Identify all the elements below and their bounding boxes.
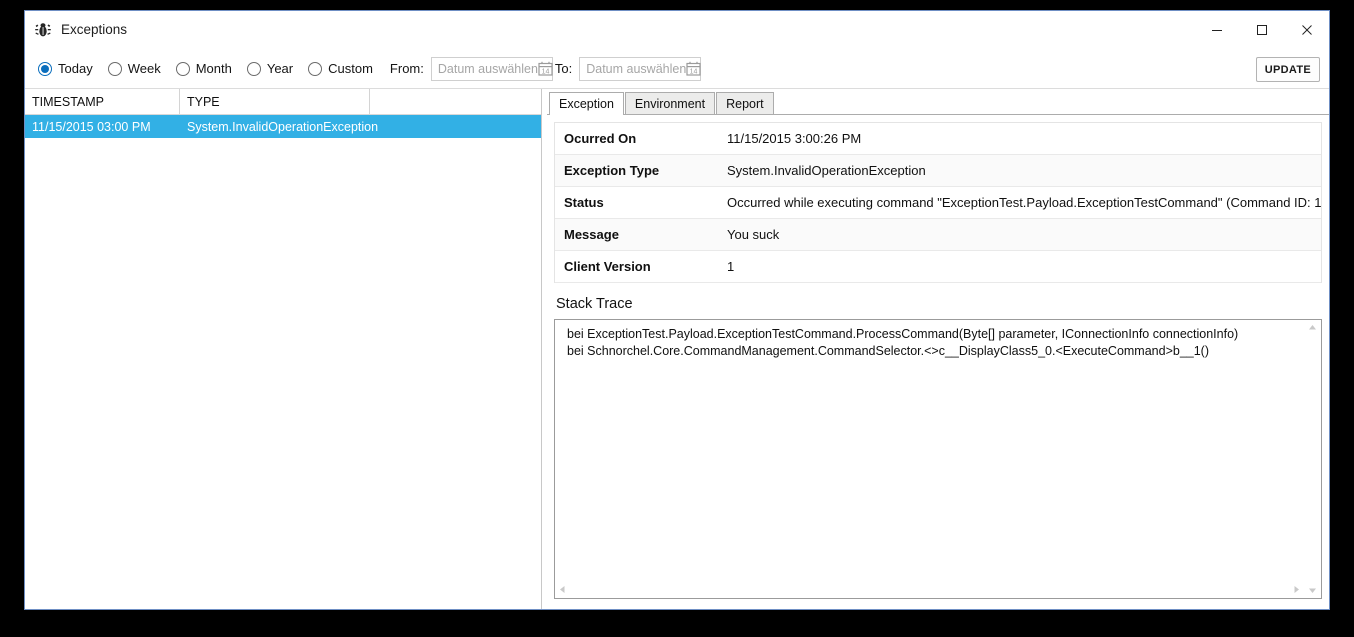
radio-week[interactable]: Week xyxy=(107,61,161,76)
radio-month-circle xyxy=(175,61,190,76)
vertical-scrollbar[interactable] xyxy=(1304,320,1321,598)
detail-value-status: Occurred while executing command "Except… xyxy=(727,195,1321,210)
cell-type: System.InvalidOperationException xyxy=(187,119,379,134)
detail-row-status: Status Occurred while executing command … xyxy=(555,187,1321,219)
detail-value-client-version: 1 xyxy=(727,259,735,274)
exception-list-pane: TIMESTAMP TYPE 11/15/2015 03:00 PM Syste… xyxy=(25,89,542,609)
filter-toolbar: Today Week Month Year Custom From: Datum… xyxy=(25,49,1329,89)
column-header-type[interactable]: TYPE xyxy=(180,89,370,114)
maximize-button[interactable] xyxy=(1239,11,1284,49)
stack-trace-line: bei Schnorchel.Core.CommandManagement.Co… xyxy=(567,344,1210,358)
from-date-placeholder: Datum auswählen xyxy=(437,61,538,76)
from-label: From: xyxy=(389,61,424,76)
detail-value-occurred-on: 11/15/2015 3:00:26 PM xyxy=(727,131,862,146)
detail-tabs: Exception Environment Report xyxy=(547,89,1329,115)
calendar-icon[interactable]: 14 xyxy=(538,61,553,76)
radio-year[interactable]: Year xyxy=(246,61,294,76)
to-date-placeholder: Datum auswählen xyxy=(586,61,687,76)
detail-label-status: Status xyxy=(564,195,604,210)
detail-row-client-version: Client Version 1 xyxy=(555,251,1321,283)
close-button[interactable] xyxy=(1284,11,1329,49)
stack-trace-title: Stack Trace xyxy=(556,296,633,312)
detail-label-occurred-on: Ocurred On xyxy=(564,131,637,146)
detail-row-exception-type: Exception Type System.InvalidOperationEx… xyxy=(555,155,1321,187)
detail-value-exception-type: System.InvalidOperationException xyxy=(727,163,926,178)
scroll-left-icon[interactable] xyxy=(558,585,567,594)
radio-year-label: Year xyxy=(266,61,294,76)
radio-today-circle xyxy=(38,61,52,76)
radio-today-label: Today xyxy=(58,61,93,76)
window-controls xyxy=(1194,11,1329,49)
scroll-up-icon[interactable] xyxy=(1308,323,1317,332)
from-date-picker[interactable]: Datum auswählen 14 xyxy=(430,56,553,81)
horizontal-scrollbar[interactable] xyxy=(555,581,1304,598)
stack-trace-content[interactable]: bei ExceptionTest.Payload.ExceptionTestC… xyxy=(555,320,1304,581)
to-label: To: xyxy=(554,61,573,76)
scroll-right-icon[interactable] xyxy=(1292,585,1301,594)
stack-trace-inner: bei ExceptionTest.Payload.ExceptionTestC… xyxy=(555,320,1304,598)
tab-report[interactable]: Report xyxy=(716,92,774,114)
exception-tab-content: Ocurred On 11/15/2015 3:00:26 PM Excepti… xyxy=(547,115,1329,609)
radio-week-label: Week xyxy=(127,61,161,76)
radio-month[interactable]: Month xyxy=(175,61,232,76)
detail-pane: Exception Environment Report Ocurred On … xyxy=(547,89,1329,609)
stack-trace-box: bei ExceptionTest.Payload.ExceptionTestC… xyxy=(554,319,1322,599)
range-radio-group: Today Week Month Year Custom xyxy=(38,61,388,76)
svg-text:14: 14 xyxy=(542,68,550,75)
bug-icon xyxy=(34,21,52,39)
column-header-extra[interactable] xyxy=(370,89,541,114)
radio-custom-label: Custom xyxy=(328,61,373,76)
tab-environment[interactable]: Environment xyxy=(624,92,716,114)
update-button[interactable]: UPDATE xyxy=(1255,57,1320,82)
detail-value-message: You suck xyxy=(727,227,780,242)
radio-custom-circle xyxy=(308,61,323,76)
detail-row-message: Message You suck xyxy=(555,219,1321,251)
radio-today[interactable]: Today xyxy=(38,61,93,76)
stack-trace-line: bei ExceptionTest.Payload.ExceptionTestC… xyxy=(567,327,1239,341)
column-header-timestamp[interactable]: TIMESTAMP xyxy=(25,89,180,114)
title-bar-left: Exceptions xyxy=(25,21,127,39)
radio-week-circle xyxy=(107,61,122,76)
detail-grid: Ocurred On 11/15/2015 3:00:26 PM Excepti… xyxy=(554,122,1322,283)
radio-year-circle xyxy=(246,61,261,76)
tab-exception[interactable]: Exception xyxy=(549,92,624,115)
calendar-icon[interactable]: 14 xyxy=(686,61,701,76)
list-rows: 11/15/2015 03:00 PM System.InvalidOperat… xyxy=(25,115,541,609)
title-bar: Exceptions xyxy=(25,11,1329,49)
detail-label-exception-type: Exception Type xyxy=(564,163,660,178)
detail-label-message: Message xyxy=(564,227,619,242)
main-body: TIMESTAMP TYPE 11/15/2015 03:00 PM Syste… xyxy=(25,89,1329,609)
cell-timestamp: 11/15/2015 03:00 PM xyxy=(32,119,151,134)
exceptions-window: Exceptions Today Week Month Year Custom … xyxy=(24,10,1330,610)
detail-row-occurred-on: Ocurred On 11/15/2015 3:00:26 PM xyxy=(555,123,1321,155)
window-title: Exceptions xyxy=(61,22,128,38)
minimize-button[interactable] xyxy=(1194,11,1239,49)
svg-text:14: 14 xyxy=(690,68,698,75)
scroll-down-icon[interactable] xyxy=(1308,586,1317,595)
to-date-picker[interactable]: Datum auswählen 14 xyxy=(579,56,702,81)
radio-month-label: Month xyxy=(195,61,232,76)
list-header: TIMESTAMP TYPE xyxy=(25,89,541,115)
detail-label-client-version: Client Version xyxy=(564,259,651,274)
radio-custom[interactable]: Custom xyxy=(308,61,373,76)
table-row[interactable]: 11/15/2015 03:00 PM System.InvalidOperat… xyxy=(25,115,541,138)
